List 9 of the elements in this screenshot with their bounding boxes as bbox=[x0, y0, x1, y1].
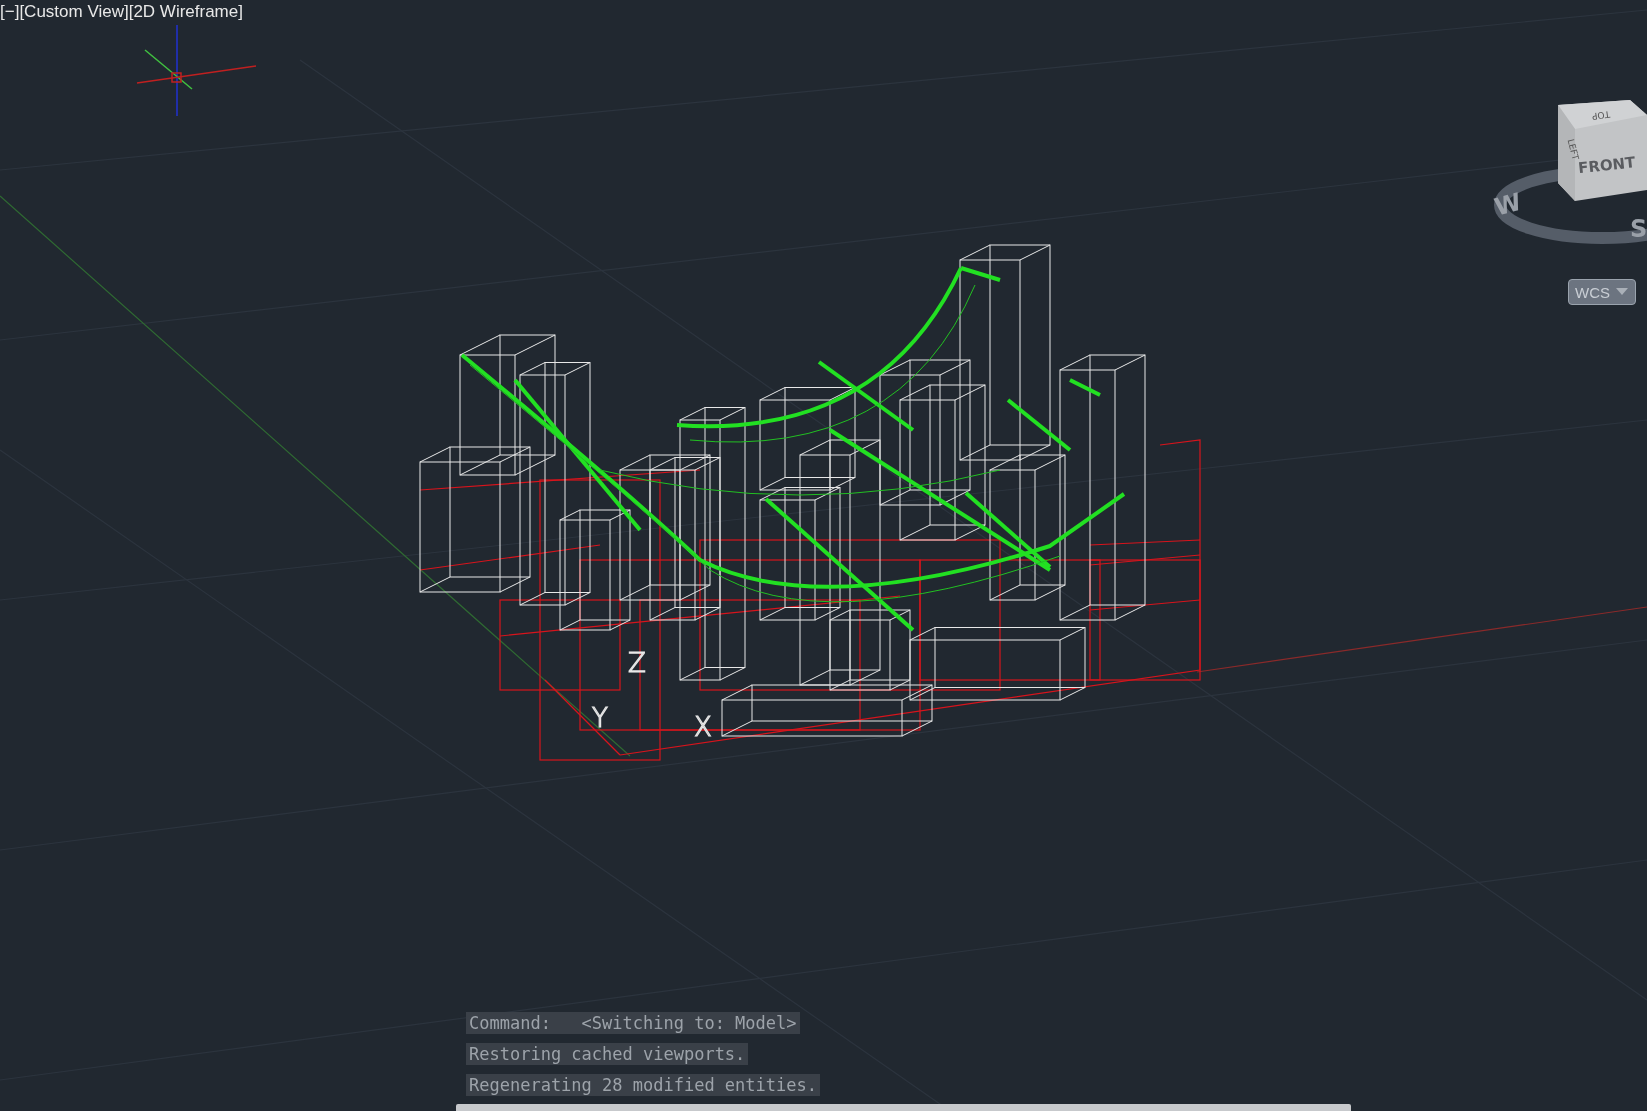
ucs-menu-button[interactable]: WCS bbox=[1568, 279, 1636, 305]
viewport-control-menu[interactable]: [2D Wireframe] bbox=[128, 0, 243, 24]
view-cube-drawing[interactable]: TOP LEFT FRONT bbox=[1558, 100, 1647, 201]
caret-icon bbox=[1616, 288, 1628, 296]
compass-south-label[interactable]: S bbox=[1630, 215, 1647, 243]
viewport-control-menu[interactable]: [Custom View] bbox=[19, 0, 129, 24]
viewport-control-menu[interactable]: [−] bbox=[0, 0, 20, 24]
y-axis-label: Y bbox=[592, 703, 608, 733]
ucs-axes-icon bbox=[136, 24, 257, 117]
